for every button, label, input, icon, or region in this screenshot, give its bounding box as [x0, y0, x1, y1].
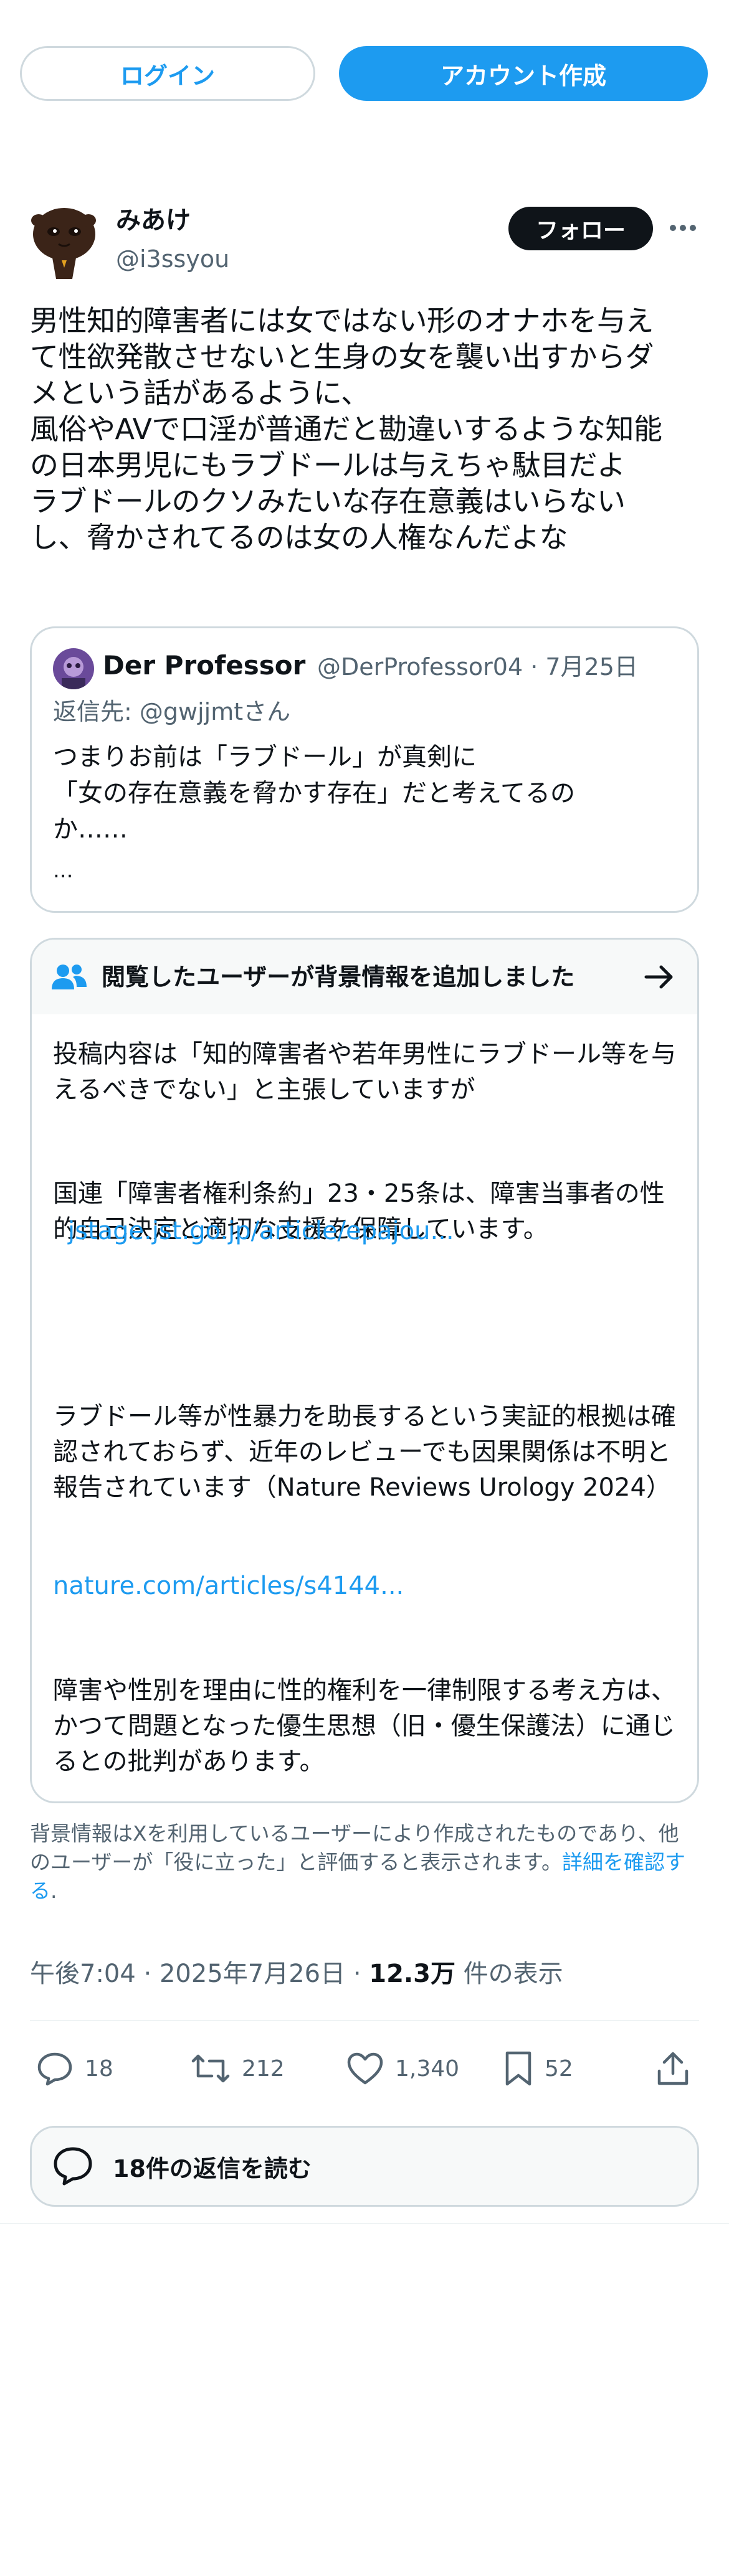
read-replies-label: 18件の返信を読む	[113, 2154, 312, 2182]
community-note-header[interactable]: 閲覧したユーザーが背景情報を追加しました	[32, 940, 697, 1014]
quote-handle[interactable]: @DerProfessor04	[317, 653, 523, 681]
more-icon[interactable]	[664, 212, 702, 244]
users-icon	[50, 962, 88, 992]
like-icon	[347, 2052, 383, 2085]
quote-ellipsis: ...	[53, 858, 74, 883]
community-note-title: 閲覧したユーザーが背景情報を追加しました	[102, 963, 575, 991]
follow-button[interactable]: フォロー	[508, 207, 653, 250]
note-link-2[interactable]: nature.com/articles/s4144...	[53, 1569, 404, 1604]
quote-date: · 7月25日	[530, 653, 638, 681]
share-icon	[657, 2052, 688, 2085]
author-handle[interactable]: @i3ssyou	[116, 243, 229, 275]
quote-reply-to: 返信先: @gwjjmtさん	[53, 698, 291, 725]
repost-count: 212	[242, 2055, 285, 2082]
quote-display-name[interactable]: Der Professor	[103, 647, 305, 684]
tweet-timestamp: 午後7:04 · 2025年7月26日 · 12.3万 件の表示	[30, 1956, 563, 1991]
bottom-divider	[0, 2223, 729, 2224]
note-paragraph-4: 障害や性別を理由に性的権利を一律制限する考え方は、かつて問題となった優生思想（旧…	[53, 1676, 676, 1776]
reply-count: 18	[85, 2055, 113, 2082]
bookmark-button[interactable]: 52	[503, 2049, 573, 2088]
reply-button[interactable]: 18	[36, 2049, 113, 2088]
author-avatar[interactable]	[27, 203, 101, 280]
note-footer: 背景情報はXを利用しているユーザーにより作成されたものであり、他のユーザーが「役…	[30, 1819, 697, 1905]
timestamp-text[interactable]: 午後7:04 · 2025年7月26日 ·	[30, 1960, 369, 1988]
views-label: 件の表示	[455, 1960, 563, 1988]
bookmark-icon	[505, 2051, 531, 2086]
reply-icon	[37, 2052, 72, 2086]
like-count: 1,340	[395, 2055, 460, 2082]
bookmark-count: 52	[545, 2055, 573, 2082]
repost-button[interactable]: 212	[191, 2049, 285, 2088]
quote-meta: @DerProfessor04 · 7月25日	[317, 649, 638, 684]
like-button[interactable]: 1,340	[346, 2049, 459, 2088]
quote-tweet[interactable]: Der Professor @DerProfessor04 · 7月25日 返信…	[30, 626, 699, 913]
share-button[interactable]	[655, 2049, 702, 2088]
quote-avatar[interactable]	[53, 648, 94, 689]
community-note: 閲覧したユーザーが背景情報を追加しました 投稿内容は「知的障害者や若年男性にラブ…	[30, 938, 699, 1803]
signup-button[interactable]: アカウント作成	[339, 46, 708, 101]
reply-bubble-icon	[54, 2147, 92, 2186]
login-button[interactable]: ログイン	[20, 46, 315, 101]
read-replies-button[interactable]: 18件の返信を読む	[30, 2126, 699, 2207]
divider	[30, 2020, 699, 2021]
repost-icon	[191, 2054, 230, 2083]
quote-text: つまりお前は「ラブドール」が真剣に 「女の存在意義を脅かす存在」だと考えてるの …	[53, 743, 575, 844]
views-count: 12.3万	[369, 1960, 455, 1988]
note-paragraph-3: ラブドール等が性暴力を助長するという実証的根拠は確認されておらず、近年のレビュー…	[53, 1402, 676, 1502]
note-footer-end: .	[50, 1879, 57, 1903]
author-display-name[interactable]: みあけ	[116, 203, 191, 238]
arrow-right-icon[interactable]	[642, 961, 677, 993]
note-link-1[interactable]: jstage.jst.go.jp/article/epajou...	[68, 1214, 454, 1249]
tweet-text: 男性知的障害者には女ではない形のオナホを与え て性欲発散させないと生身の女を襲い…	[30, 304, 662, 554]
note-paragraph-1: 投稿内容は「知的障害者や若年男性にラブドール等を与えるべきでない」と主張していま…	[53, 1040, 676, 1104]
